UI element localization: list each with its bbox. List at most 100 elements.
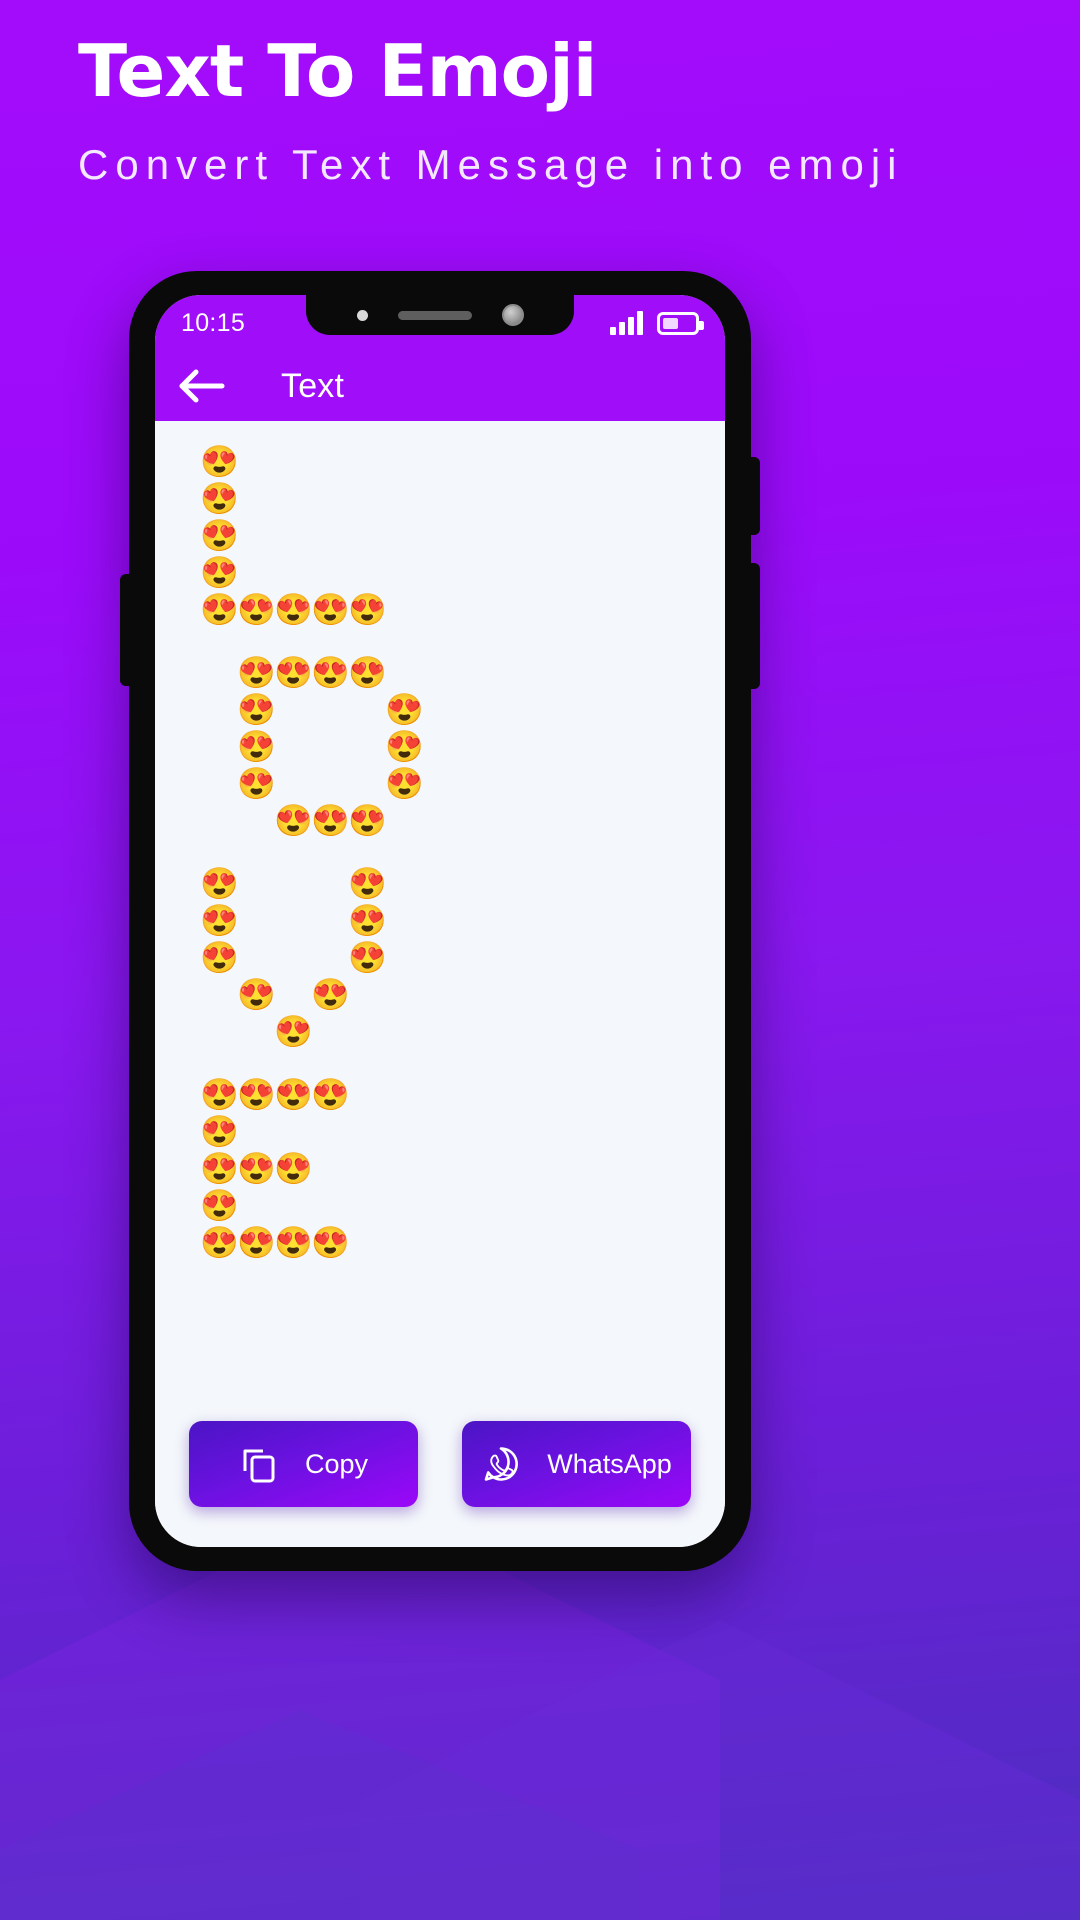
emoji-blank	[275, 976, 312, 1013]
emoji-glyph: 😍	[385, 766, 424, 801]
app-bar: Text	[155, 351, 725, 421]
emoji-glyph: 😍	[200, 481, 239, 516]
emoji-glyph: 😍	[200, 592, 239, 627]
emoji-blank	[275, 1187, 312, 1224]
app-bar-title: Text	[281, 366, 345, 405]
emoji-blank	[238, 1187, 275, 1224]
emoji-blank	[349, 765, 386, 802]
copy-button-label: Copy	[304, 1448, 369, 1479]
emoji-glyph: 😍	[348, 803, 387, 838]
emoji-glyph: 😍	[274, 1225, 313, 1260]
emoji-blank	[201, 691, 238, 728]
emoji-blank	[275, 765, 312, 802]
emoji-blank	[238, 939, 275, 976]
emoji-glyph: 😍	[274, 655, 313, 690]
emoji-blank	[201, 1013, 238, 1050]
emoji-row: 😍 😍	[200, 902, 725, 939]
emoji-glyph: 😍	[385, 692, 424, 727]
emoji-row: 😍 😍 😍	[200, 1150, 725, 1187]
emoji-glyph: 😍	[311, 592, 350, 627]
emoji-row: 😍 😍	[201, 765, 725, 802]
emoji-glyph: 😍	[200, 555, 239, 590]
emoji-glyph: 😍	[200, 1225, 239, 1260]
emoji-blank	[312, 480, 349, 517]
emoji-blank	[312, 443, 349, 480]
emoji-blank	[349, 728, 386, 765]
emoji-row: 😍 😍 😍 😍	[200, 1076, 725, 1113]
emoji-blank	[275, 554, 312, 591]
emoji-glyph: 😍	[237, 1225, 276, 1260]
copy-button[interactable]: Copy	[189, 1421, 418, 1507]
emoji-blank	[275, 902, 312, 939]
emoji-glyph: 😍	[200, 866, 239, 901]
emoji-blank	[238, 902, 275, 939]
status-time: 10:15	[181, 308, 246, 337]
emoji-glyph: 😍	[274, 1014, 313, 1049]
action-bar: Copy WhatsApp	[155, 1421, 725, 1547]
emoji-blank	[312, 902, 349, 939]
phone-mockup: 10:15 Text 😍 😍 😍 😍 😍 😍 😍 😍 😍 😍 😍 😍 😍 😍 😍…	[120, 271, 760, 1571]
emoji-glyph: 😍	[311, 803, 350, 838]
emoji-blank	[238, 443, 275, 480]
emoji-blank	[238, 554, 275, 591]
emoji-glyph: 😍	[237, 592, 276, 627]
emoji-blank	[201, 728, 238, 765]
emoji-row: 😍	[201, 1013, 725, 1050]
emoji-blank	[238, 865, 275, 902]
emoji-glyph: 😍	[200, 444, 239, 479]
emoji-blank	[201, 976, 238, 1013]
emoji-glyph: 😍	[200, 1188, 239, 1223]
emoji-row: 😍	[200, 517, 725, 554]
emoji-glyph: 😍	[237, 977, 276, 1012]
emoji-blank	[349, 691, 386, 728]
emoji-glyph: 😍	[237, 655, 276, 690]
page-subtitle: Convert Text Message into emoji	[78, 140, 904, 188]
promo-header: Text To Emoji Convert Text Message into …	[0, 0, 1080, 194]
emoji-row: 😍 😍	[201, 691, 725, 728]
emoji-art-canvas: 😍 😍 😍 😍 😍 😍 😍 😍 😍 😍 😍 😍 😍 😍 😍 😍 😍 😍 😍 😍 😍 😍 😍 😍 😍 😍 😍 😍 😍 😍 😍 😍 😍 😍 😍 😍 😍 😍 😍 😍…	[155, 421, 725, 1421]
phone-screen: 10:15 Text 😍 😍 😍 😍 😍 😍 😍 😍 😍 😍 😍 😍 😍 😍 😍…	[155, 295, 725, 1547]
emoji-row: 😍	[200, 1113, 725, 1150]
emoji-blank	[275, 1113, 312, 1150]
emoji-glyph: 😍	[200, 518, 239, 553]
emoji-blank	[312, 1113, 349, 1150]
signal-bars-icon	[610, 311, 643, 335]
emoji-glyph: 😍	[237, 1151, 276, 1186]
battery-icon	[657, 311, 704, 335]
emoji-blank	[349, 443, 386, 480]
emoji-glyph: 😍	[237, 1077, 276, 1112]
phone-power-button	[750, 563, 760, 689]
emoji-glyph: 😍	[348, 940, 387, 975]
emoji-blank	[312, 1013, 349, 1050]
emoji-blank	[238, 517, 275, 554]
emoji-blank	[238, 802, 275, 839]
emoji-glyph: 😍	[200, 1151, 239, 1186]
emoji-blank	[349, 976, 386, 1013]
emoji-glyph: 😍	[311, 977, 350, 1012]
emoji-blank	[312, 865, 349, 902]
emoji-letter-L: 😍 😍 😍 😍 😍 😍 😍 😍 😍	[200, 443, 725, 628]
emoji-blank	[312, 939, 349, 976]
emoji-row: 😍	[200, 480, 725, 517]
emoji-glyph: 😍	[200, 1114, 239, 1149]
emoji-blank	[349, 1013, 386, 1050]
emoji-blank	[238, 1113, 275, 1150]
whatsapp-button[interactable]: WhatsApp	[462, 1421, 691, 1507]
emoji-glyph: 😍	[385, 729, 424, 764]
proximity-sensor-icon	[356, 309, 368, 321]
emoji-blank	[349, 480, 386, 517]
back-arrow-icon[interactable]	[179, 369, 225, 403]
emoji-blank	[312, 728, 349, 765]
emoji-blank	[275, 691, 312, 728]
emoji-glyph: 😍	[200, 1077, 239, 1112]
earpiece-speaker-icon	[397, 310, 472, 320]
emoji-blank	[275, 443, 312, 480]
emoji-glyph: 😍	[274, 1077, 313, 1112]
emoji-glyph: 😍	[237, 692, 276, 727]
emoji-blank	[201, 765, 238, 802]
emoji-blank	[238, 1013, 275, 1050]
emoji-glyph: 😍	[274, 1151, 313, 1186]
emoji-blank	[275, 480, 312, 517]
emoji-row: 😍 😍 😍 😍	[200, 1224, 725, 1261]
emoji-glyph: 😍	[348, 655, 387, 690]
